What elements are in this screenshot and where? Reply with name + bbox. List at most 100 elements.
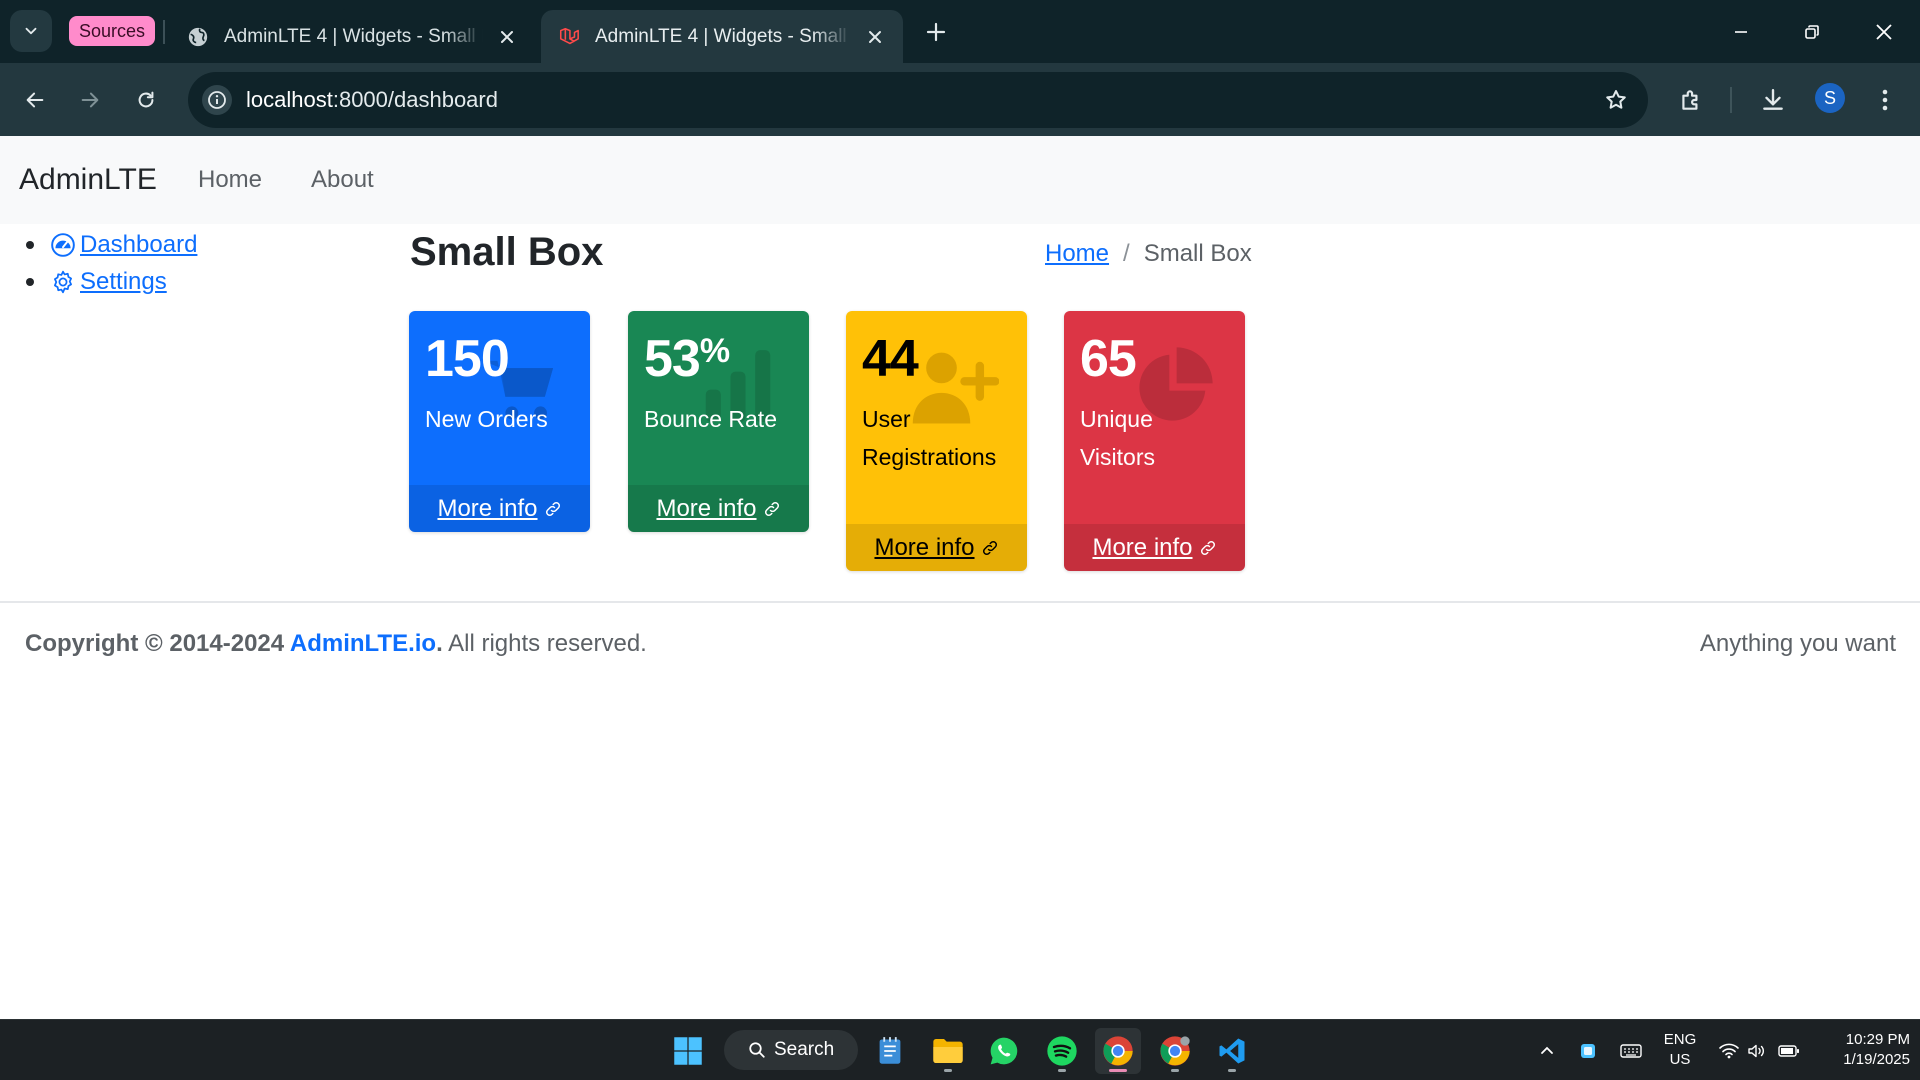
small-box-footer: More info [628,485,809,532]
box-value: 65 [1080,330,1137,388]
footer-right-text: Anything you want [1699,630,1896,657]
toolbar-separator [1730,87,1732,113]
navbar-brand[interactable]: AdminLTE [19,136,157,224]
keyboard-icon[interactable] [1616,1020,1646,1080]
download-icon[interactable] [1754,81,1792,119]
more-info-link[interactable]: More info [1092,534,1216,562]
company-link[interactable]: AdminLTE.io [290,630,436,657]
back-button[interactable] [16,81,54,119]
chevron-down-icon [25,27,37,35]
running-indicator [1109,1069,1127,1072]
chrome-profile-app-icon[interactable] [1152,1028,1198,1074]
browser-tabstrip: Sources AdminLTE 4 | Widgets - Small Box… [0,0,1920,63]
start-button[interactable] [665,1028,711,1074]
chrome-app-icon[interactable] [1095,1028,1141,1074]
address-bar[interactable]: localhost:8000/dashboard [188,72,1648,128]
small-box-unique-visitors: 65 Unique Visitors More info [1064,311,1245,571]
site-info-icon[interactable] [202,85,232,115]
reload-button[interactable] [127,81,165,119]
battery-icon[interactable] [1774,1020,1804,1080]
sidebar-item-label: Settings [80,268,167,295]
search-label: Search [774,1039,835,1060]
more-info-link[interactable]: More info [437,495,561,523]
new-tab-button[interactable] [918,14,954,50]
forward-button[interactable] [71,81,109,119]
box-value: 150 [425,330,510,388]
box-label: User Registrations [862,400,1011,476]
whatsapp-app-icon[interactable] [981,1028,1027,1074]
small-box-bounce-rate: 53% Bounce Rate More info [628,311,809,532]
plus-icon [926,22,946,42]
show-hidden-icons-button[interactable] [1532,1020,1562,1080]
running-indicator [1228,1069,1236,1072]
restore-icon [1805,24,1819,39]
box-value: 44 [862,330,919,388]
browser-tab-1[interactable]: AdminLTE 4 | Widgets - Small Box [170,10,535,63]
chevron-up-icon [1541,1046,1553,1054]
restore-button[interactable] [1776,0,1848,63]
sidebar-item-label: Dashboard [80,231,198,258]
more-info-link[interactable]: More info [874,534,998,562]
breadcrumb-home-link[interactable]: Home [1045,224,1109,284]
tab-search-button[interactable] [10,10,52,52]
small-box-user-registrations: 44 User Registrations More info [846,311,1027,571]
small-box-footer: More info [846,524,1027,571]
lang-line1: ENG [1663,1031,1697,1048]
sidebar-item-dashboard: Dashboard [26,226,197,263]
tray-app-icon[interactable] [1575,1020,1601,1080]
extensions-icon[interactable] [1672,81,1710,119]
taskbar-search[interactable]: Search [724,1030,858,1070]
url-text[interactable]: localhost:8000/dashboard [246,72,498,128]
copyright-prefix: Copyright © 2014-2024 [25,630,290,657]
link-icon [1200,540,1215,555]
page-title: Small Box [410,230,604,274]
running-indicator [944,1069,952,1072]
web-page: AdminLTE Home About Dashboard Settings S… [0,136,1920,1019]
copyright-rights: All rights reserved. [442,630,647,657]
system-clock[interactable]: 10:29 PM 1/19/2025 [1810,1030,1910,1070]
sidebar-link-settings[interactable]: Settings [50,263,167,300]
search-icon [749,1042,765,1058]
nav-link-home[interactable]: Home [198,136,262,224]
more-info-link[interactable]: More info [656,495,780,523]
box-label-line2: Registrations [862,444,997,470]
footer-copyright: Copyright © 2014-2024 AdminLTE.io. All r… [25,624,647,664]
close-tab-icon[interactable] [863,25,887,49]
clock-date: 1/19/2025 [1843,1051,1910,1068]
profile-avatar[interactable]: S [1815,83,1845,113]
close-tab-icon[interactable] [495,25,519,49]
copyright-period: . [436,630,443,657]
minimize-icon [1735,30,1747,33]
windows-logo-icon [674,1037,702,1065]
file-explorer-app-icon[interactable] [925,1028,971,1074]
running-indicator [1058,1069,1066,1072]
small-box-footer: More info [1064,524,1245,571]
language-indicator[interactable]: ENG US [1660,1030,1700,1070]
volume-icon[interactable] [1744,1020,1770,1080]
kebab-menu-icon[interactable] [1866,81,1904,119]
app-navbar: AdminLTE Home About [0,136,1920,224]
small-box-new-orders: 150 New Orders More info [409,311,590,532]
small-box-footer: More info [409,485,590,532]
globe-icon [186,25,210,49]
small-box-inner: 65 Unique Visitors [1064,311,1245,524]
tab-group-chip[interactable]: Sources [69,16,156,46]
browser-toolbar: localhost:8000/dashboard [0,63,1920,136]
close-window-button[interactable] [1848,0,1920,63]
more-info-label: More info [656,494,757,522]
reload-icon [138,91,154,108]
minimize-button[interactable] [1705,0,1777,63]
arrow-right-icon [81,92,99,108]
notepad-app-icon[interactable] [867,1028,913,1074]
breadcrumb-separator: / [1123,240,1130,267]
sidebar-link-dashboard[interactable]: Dashboard [50,226,197,263]
vscode-app-icon[interactable] [1209,1028,1255,1074]
browser-tab-2[interactable]: AdminLTE 4 | Widgets - Small Box [541,10,903,63]
wifi-icon[interactable] [1714,1020,1744,1080]
arrow-left-icon [26,92,44,108]
spotify-app-icon[interactable] [1039,1028,1085,1074]
link-icon [545,501,560,516]
box-value-suffix: % [699,332,730,370]
nav-link-about[interactable]: About [311,136,374,224]
bookmark-star-icon[interactable] [1602,86,1630,114]
